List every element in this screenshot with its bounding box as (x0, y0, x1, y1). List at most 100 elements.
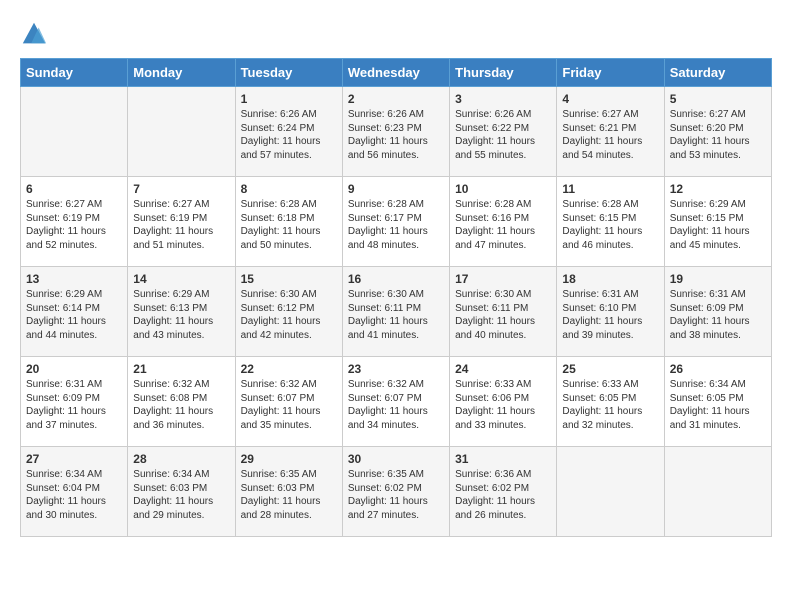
calendar-cell: 23 Sunrise: 6:32 AM Sunset: 6:07 PM Dayli… (342, 357, 449, 447)
calendar-cell: 1 Sunrise: 6:26 AM Sunset: 6:24 PM Daylig… (235, 87, 342, 177)
day-number: 4 (562, 92, 658, 106)
calendar-cell: 4 Sunrise: 6:27 AM Sunset: 6:21 PM Daylig… (557, 87, 664, 177)
calendar-cell: 22 Sunrise: 6:32 AM Sunset: 6:07 PM Dayli… (235, 357, 342, 447)
day-number: 17 (455, 272, 551, 286)
calendar-week-3: 13 Sunrise: 6:29 AM Sunset: 6:14 PM Dayli… (21, 267, 772, 357)
day-number: 13 (26, 272, 122, 286)
day-info: Sunrise: 6:26 AM Sunset: 6:24 PM Dayligh… (241, 108, 337, 162)
calendar-cell: 31 Sunrise: 6:36 AM Sunset: 6:02 PM Dayli… (450, 447, 557, 537)
day-info: Sunrise: 6:28 AM Sunset: 6:18 PM Dayligh… (241, 198, 337, 252)
calendar-cell: 15Sunrise: 6:30 AM Sunset: 6:12 PM Dayli… (235, 267, 342, 357)
day-number: 10 (455, 182, 551, 196)
day-number: 15 (241, 272, 337, 286)
day-number: 28 (133, 452, 229, 466)
day-number: 6 (26, 182, 122, 196)
day-number: 30 (348, 452, 444, 466)
day-info: Sunrise: 6:31 AM Sunset: 6:09 PM Dayligh… (26, 378, 122, 432)
day-number: 2 (348, 92, 444, 106)
day-number: 16 (348, 272, 444, 286)
day-info: Sunrise: 6:27 AM Sunset: 6:21 PM Dayligh… (562, 108, 658, 162)
day-number: 18 (562, 272, 658, 286)
day-info: Sunrise: 6:34 AM Sunset: 6:03 PM Dayligh… (133, 468, 229, 522)
day-info: Sunrise: 6:33 AM Sunset: 6:06 PM Dayligh… (455, 378, 551, 432)
day-number: 3 (455, 92, 551, 106)
calendar-cell: 9 Sunrise: 6:28 AM Sunset: 6:17 PM Daylig… (342, 177, 449, 267)
day-number: 25 (562, 362, 658, 376)
day-info: Sunrise: 6:27 AM Sunset: 6:19 PM Dayligh… (133, 198, 229, 252)
page-header (20, 20, 772, 48)
calendar-cell: 16 Sunrise: 6:30 AM Sunset: 6:11 PM Dayli… (342, 267, 449, 357)
calendar-cell: 2 Sunrise: 6:26 AM Sunset: 6:23 PM Daylig… (342, 87, 449, 177)
calendar-cell (128, 87, 235, 177)
day-number: 11 (562, 182, 658, 196)
day-header-saturday: Saturday (664, 59, 771, 87)
day-header-tuesday: Tuesday (235, 59, 342, 87)
calendar-cell: 19 Sunrise: 6:31 AM Sunset: 6:09 PM Dayli… (664, 267, 771, 357)
day-number: 21 (133, 362, 229, 376)
calendar-cell: 21 Sunrise: 6:32 AM Sunset: 6:08 PM Dayli… (128, 357, 235, 447)
day-info: Sunrise: 6:32 AM Sunset: 6:08 PM Dayligh… (133, 378, 229, 432)
calendar-cell: 25 Sunrise: 6:33 AM Sunset: 6:05 PM Dayli… (557, 357, 664, 447)
calendar-cell: 28 Sunrise: 6:34 AM Sunset: 6:03 PM Dayli… (128, 447, 235, 537)
day-info: Sunrise: 6:32 AM Sunset: 6:07 PM Dayligh… (348, 378, 444, 432)
calendar-cell: 5 Sunrise: 6:27 AM Sunset: 6:20 PM Daylig… (664, 87, 771, 177)
calendar-cell: 3 Sunrise: 6:26 AM Sunset: 6:22 PM Daylig… (450, 87, 557, 177)
day-info: Sunrise: 6:34 AM Sunset: 6:05 PM Dayligh… (670, 378, 766, 432)
logo (20, 20, 52, 48)
day-info: Sunrise: 6:35 AM Sunset: 6:03 PM Dayligh… (241, 468, 337, 522)
day-info: Sunrise: 6:29 AM Sunset: 6:14 PM Dayligh… (26, 288, 122, 342)
day-info: Sunrise: 6:31 AM Sunset: 6:10 PM Dayligh… (562, 288, 658, 342)
day-info: Sunrise: 6:28 AM Sunset: 6:16 PM Dayligh… (455, 198, 551, 252)
day-info: Sunrise: 6:26 AM Sunset: 6:23 PM Dayligh… (348, 108, 444, 162)
day-number: 8 (241, 182, 337, 196)
day-info: Sunrise: 6:26 AM Sunset: 6:22 PM Dayligh… (455, 108, 551, 162)
day-number: 19 (670, 272, 766, 286)
day-number: 29 (241, 452, 337, 466)
day-number: 14 (133, 272, 229, 286)
calendar-cell (664, 447, 771, 537)
day-header-thursday: Thursday (450, 59, 557, 87)
day-number: 26 (670, 362, 766, 376)
calendar-cell (557, 447, 664, 537)
day-number: 1 (241, 92, 337, 106)
day-header-monday: Monday (128, 59, 235, 87)
day-number: 20 (26, 362, 122, 376)
day-number: 22 (241, 362, 337, 376)
calendar-cell: 26 Sunrise: 6:34 AM Sunset: 6:05 PM Dayli… (664, 357, 771, 447)
day-info: Sunrise: 6:32 AM Sunset: 6:07 PM Dayligh… (241, 378, 337, 432)
day-info: Sunrise: 6:36 AM Sunset: 6:02 PM Dayligh… (455, 468, 551, 522)
day-info: Sunrise: 6:31 AM Sunset: 6:09 PM Dayligh… (670, 288, 766, 342)
day-info: Sunrise: 6:27 AM Sunset: 6:19 PM Dayligh… (26, 198, 122, 252)
day-info: Sunrise: 6:28 AM Sunset: 6:15 PM Dayligh… (562, 198, 658, 252)
day-info: Sunrise: 6:30 AM Sunset: 6:11 PM Dayligh… (348, 288, 444, 342)
day-info: Sunrise: 6:33 AM Sunset: 6:05 PM Dayligh… (562, 378, 658, 432)
day-number: 31 (455, 452, 551, 466)
calendar-cell: 8 Sunrise: 6:28 AM Sunset: 6:18 PM Daylig… (235, 177, 342, 267)
day-number: 23 (348, 362, 444, 376)
day-info: Sunrise: 6:29 AM Sunset: 6:15 PM Dayligh… (670, 198, 766, 252)
calendar-table: SundayMondayTuesdayWednesdayThursdayFrid… (20, 58, 772, 537)
day-number: 12 (670, 182, 766, 196)
calendar-cell: 29 Sunrise: 6:35 AM Sunset: 6:03 PM Dayli… (235, 447, 342, 537)
calendar-cell: 13 Sunrise: 6:29 AM Sunset: 6:14 PM Dayli… (21, 267, 128, 357)
calendar-week-2: 6 Sunrise: 6:27 AM Sunset: 6:19 PM Daylig… (21, 177, 772, 267)
day-info: Sunrise: 6:28 AM Sunset: 6:17 PM Dayligh… (348, 198, 444, 252)
calendar-cell: 14 Sunrise: 6:29 AM Sunset: 6:13 PM Dayli… (128, 267, 235, 357)
calendar-cell: 12 Sunrise: 6:29 AM Sunset: 6:15 PM Dayli… (664, 177, 771, 267)
calendar-week-1: 1 Sunrise: 6:26 AM Sunset: 6:24 PM Daylig… (21, 87, 772, 177)
day-number: 7 (133, 182, 229, 196)
day-number: 24 (455, 362, 551, 376)
day-info: Sunrise: 6:30 AM Sunset: 6:11 PM Dayligh… (455, 288, 551, 342)
day-number: 5 (670, 92, 766, 106)
calendar-cell: 11 Sunrise: 6:28 AM Sunset: 6:15 PM Dayli… (557, 177, 664, 267)
logo-icon (20, 20, 48, 48)
day-info: Sunrise: 6:27 AM Sunset: 6:20 PM Dayligh… (670, 108, 766, 162)
day-info: Sunrise: 6:29 AM Sunset: 6:13 PM Dayligh… (133, 288, 229, 342)
calendar-cell: 17 Sunrise: 6:30 AM Sunset: 6:11 PM Dayli… (450, 267, 557, 357)
calendar-header-row: SundayMondayTuesdayWednesdayThursdayFrid… (21, 59, 772, 87)
day-number: 9 (348, 182, 444, 196)
calendar-week-5: 27Sunrise: 6:34 AM Sunset: 6:04 PM Dayli… (21, 447, 772, 537)
day-info: Sunrise: 6:35 AM Sunset: 6:02 PM Dayligh… (348, 468, 444, 522)
calendar-cell: 6 Sunrise: 6:27 AM Sunset: 6:19 PM Daylig… (21, 177, 128, 267)
day-header-friday: Friday (557, 59, 664, 87)
